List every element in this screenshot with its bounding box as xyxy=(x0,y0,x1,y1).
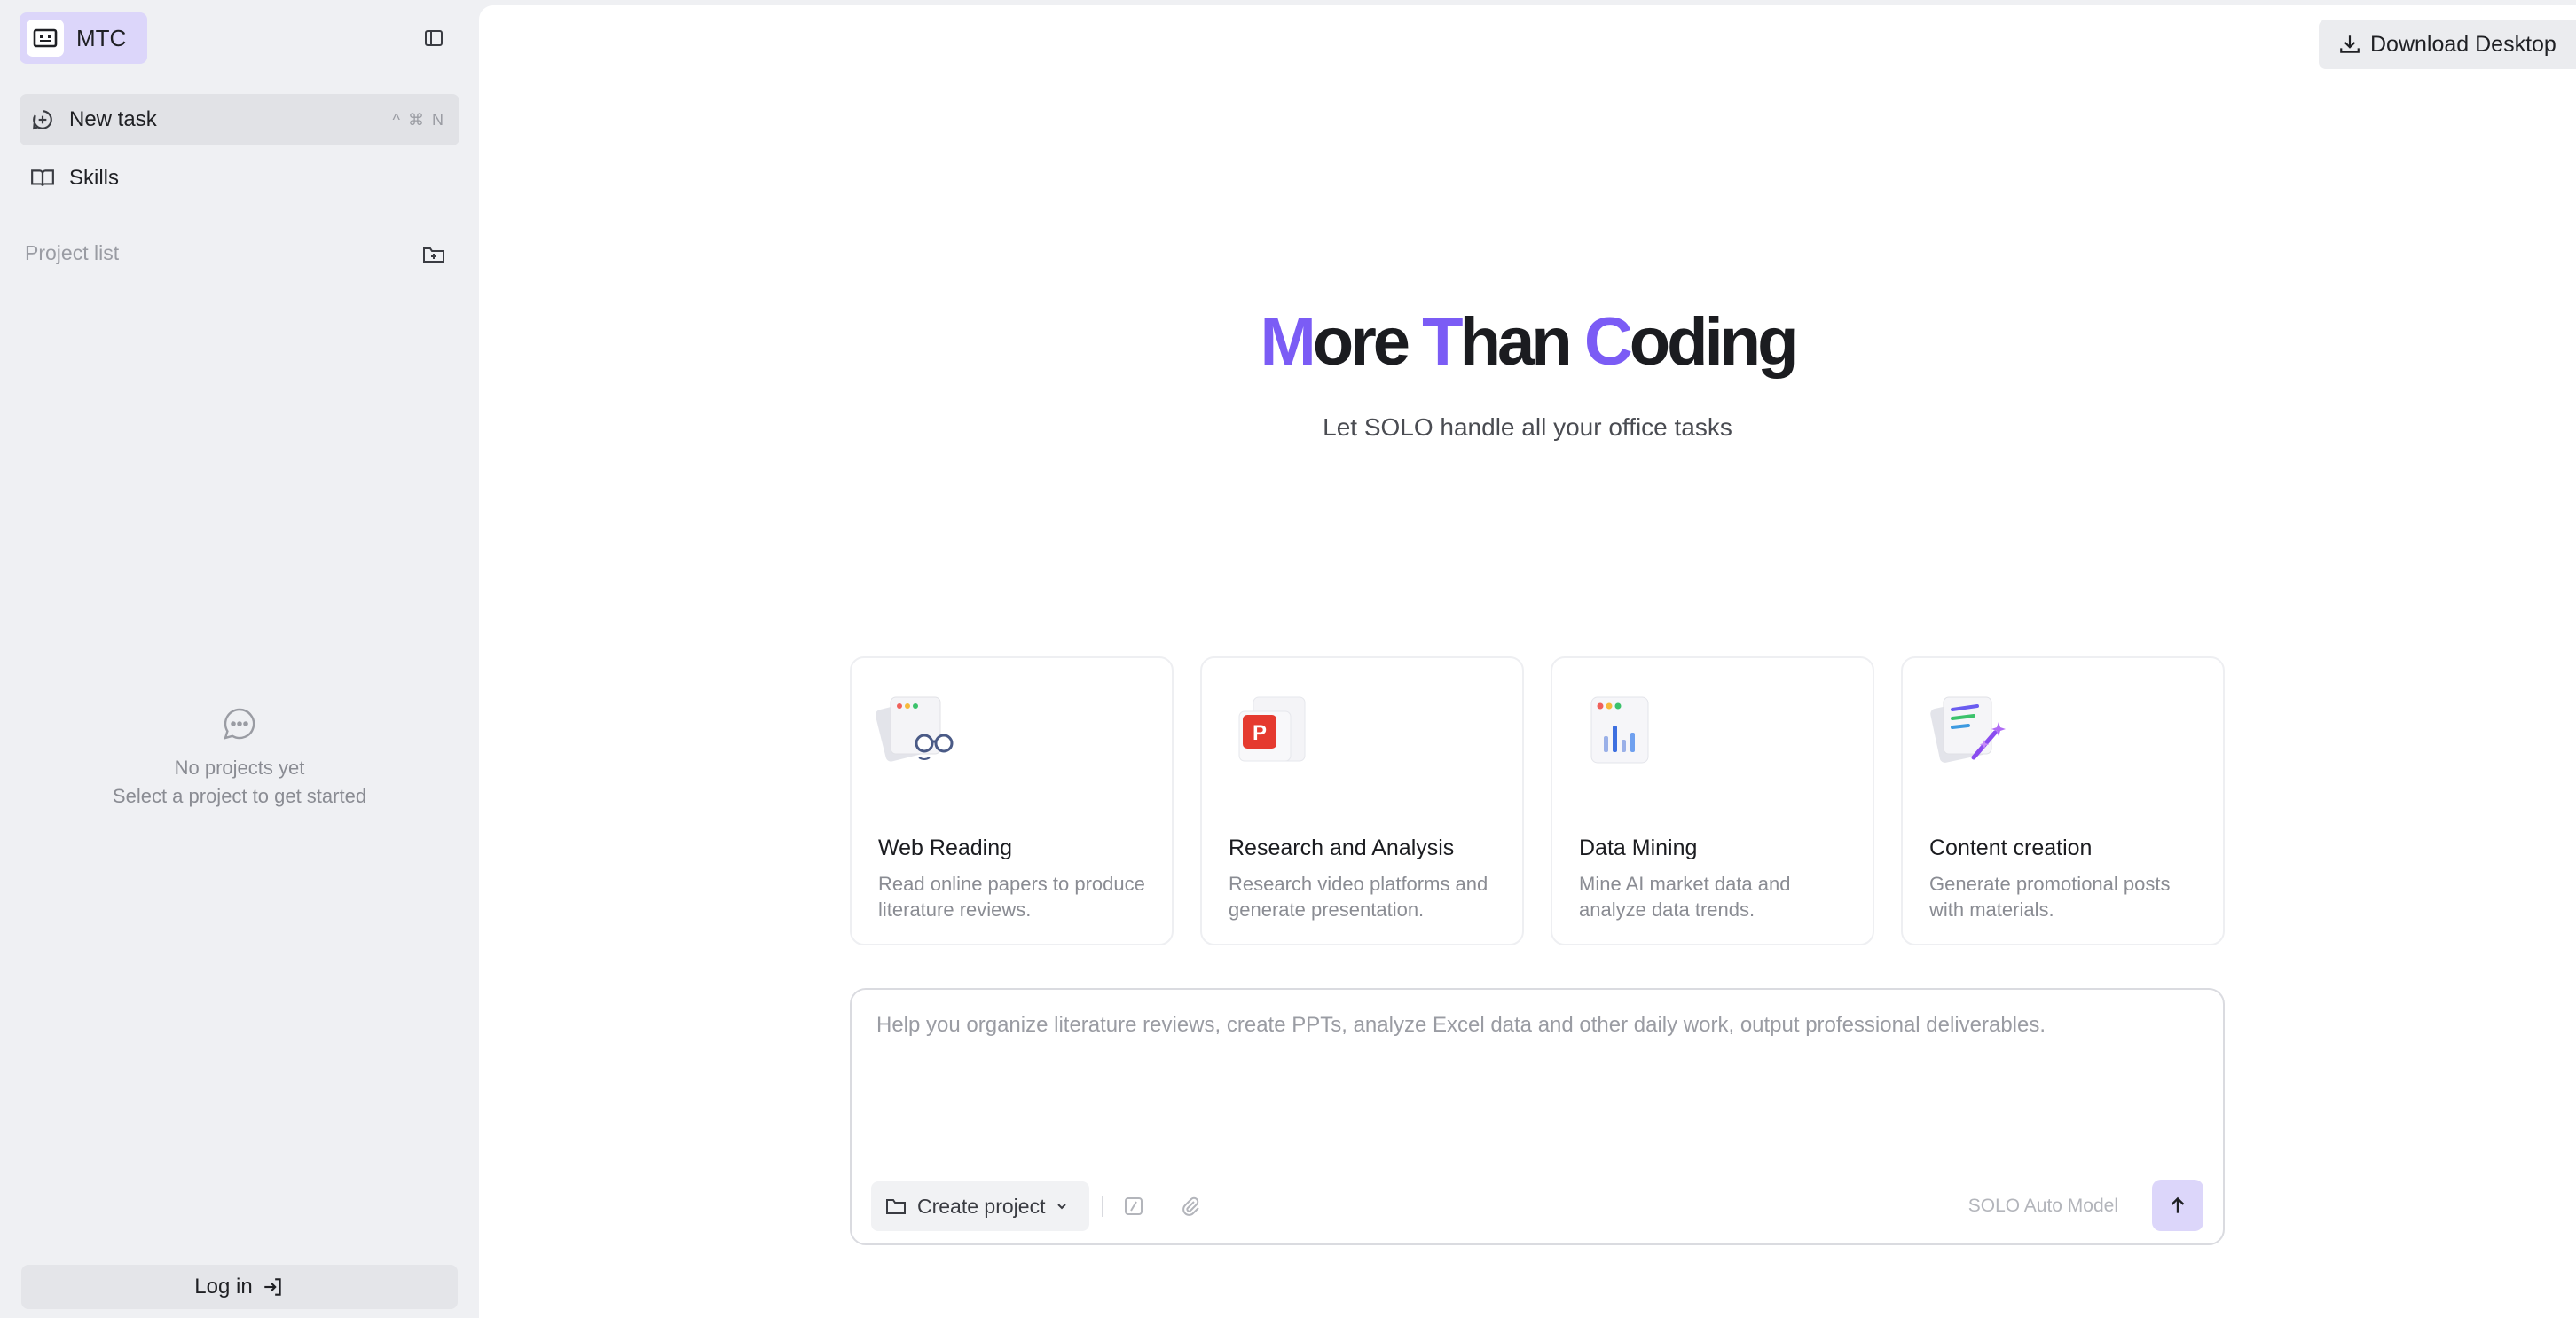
card-description: Generate promotional posts with material… xyxy=(1929,873,2171,921)
sidebar: MTC New task ^ ⌘ N Skills Project list N… xyxy=(0,0,479,1318)
slash-command-icon[interactable] xyxy=(1118,1190,1150,1222)
card-title: Research and Analysis xyxy=(1229,836,1455,860)
card-title: Web Reading xyxy=(878,836,1013,860)
hero-title-letter: C xyxy=(1583,304,1633,380)
toolbar-divider xyxy=(1102,1196,1103,1217)
download-icon xyxy=(2340,35,2360,53)
hero-title-word: ore xyxy=(1312,304,1423,380)
download-desktop-button[interactable]: Download Desktop xyxy=(2319,20,2576,69)
sidebar-item-label: Skills xyxy=(69,166,120,190)
download-label: Download Desktop xyxy=(2370,31,2556,57)
workspace-name: MTC xyxy=(76,24,127,51)
project-list-heading: Project list xyxy=(25,241,120,264)
arrow-up-icon xyxy=(2171,1196,2185,1213)
sidebar-item-label: New task xyxy=(69,107,157,131)
card-title: Data Mining xyxy=(1579,836,1698,860)
brand-logo-icon xyxy=(27,20,64,57)
workspace-switcher[interactable]: MTC xyxy=(20,12,147,64)
hero-title-word: oding xyxy=(1629,304,1799,380)
prompt-composer: Create project SOLO Auto Model xyxy=(850,988,2225,1245)
attach-paperclip-icon[interactable] xyxy=(1174,1190,1206,1222)
send-button[interactable] xyxy=(2152,1180,2203,1231)
presentation-illustration: P xyxy=(1238,696,1306,762)
hero-subtitle: Let SOLO handle all your office tasks xyxy=(1323,413,1732,441)
chat-bubble-icon xyxy=(0,706,479,741)
empty-state: No projects yet Select a project to get … xyxy=(0,706,479,811)
model-selector[interactable]: SOLO Auto Model xyxy=(1968,1196,2118,1217)
shortcut-hint: ^ ⌘ N xyxy=(392,110,445,129)
card-content-creation[interactable]: Content creation Generate promotional po… xyxy=(1901,656,2225,945)
create-project-label: Create project xyxy=(917,1194,1046,1218)
card-description: Mine AI market data and analyze data tre… xyxy=(1579,873,1791,921)
svg-text:P: P xyxy=(1253,721,1267,745)
folder-icon xyxy=(886,1199,906,1214)
task-cards: Web Reading Read online papers to produc… xyxy=(850,656,2225,945)
login-label: Log in xyxy=(194,1275,253,1298)
card-description: Read online papers to produce literature… xyxy=(878,873,1145,921)
card-web-reading[interactable]: Web Reading Read online papers to produc… xyxy=(850,656,1174,945)
main-panel: Download Desktop More Than Coding Let SO… xyxy=(479,5,2576,1318)
content-creation-illustration xyxy=(1930,696,2006,763)
empty-state-hint: Select a project to get started xyxy=(112,785,367,807)
book-icon xyxy=(27,162,59,194)
prompt-input[interactable] xyxy=(876,1013,2198,1146)
hero-title-letter: M xyxy=(1260,304,1315,380)
empty-state-title: No projects yet xyxy=(174,757,305,779)
sidebar-item-new-task[interactable]: New task ^ ⌘ N xyxy=(20,94,459,145)
web-reading-illustration xyxy=(876,696,954,762)
hero-title: More Than Coding xyxy=(479,303,2576,380)
login-arrow-icon xyxy=(263,1278,281,1296)
sidebar-toggle-icon[interactable] xyxy=(417,21,451,55)
new-project-folder-icon[interactable] xyxy=(417,238,451,271)
card-title: Content creation xyxy=(1929,836,2093,860)
login-button[interactable]: Log in xyxy=(21,1265,458,1309)
card-research-analysis[interactable]: P Research and Analysis Research video p… xyxy=(1200,656,1524,945)
card-description: Research video platforms and generate pr… xyxy=(1229,873,1488,921)
chevron-down-icon xyxy=(1057,1204,1067,1210)
sidebar-item-skills[interactable]: Skills xyxy=(20,153,459,204)
create-project-dropdown[interactable]: Create project xyxy=(871,1181,1089,1231)
hero-title-letter: T xyxy=(1422,304,1463,380)
hero-title-word: han xyxy=(1459,304,1584,380)
app-window: MTC New task ^ ⌘ N Skills Project list N… xyxy=(0,0,2576,1318)
card-data-mining[interactable]: Data Mining Mine AI market data and anal… xyxy=(1551,656,1874,945)
plus-circle-icon xyxy=(27,104,59,136)
bar-chart-illustration xyxy=(1590,696,1649,764)
